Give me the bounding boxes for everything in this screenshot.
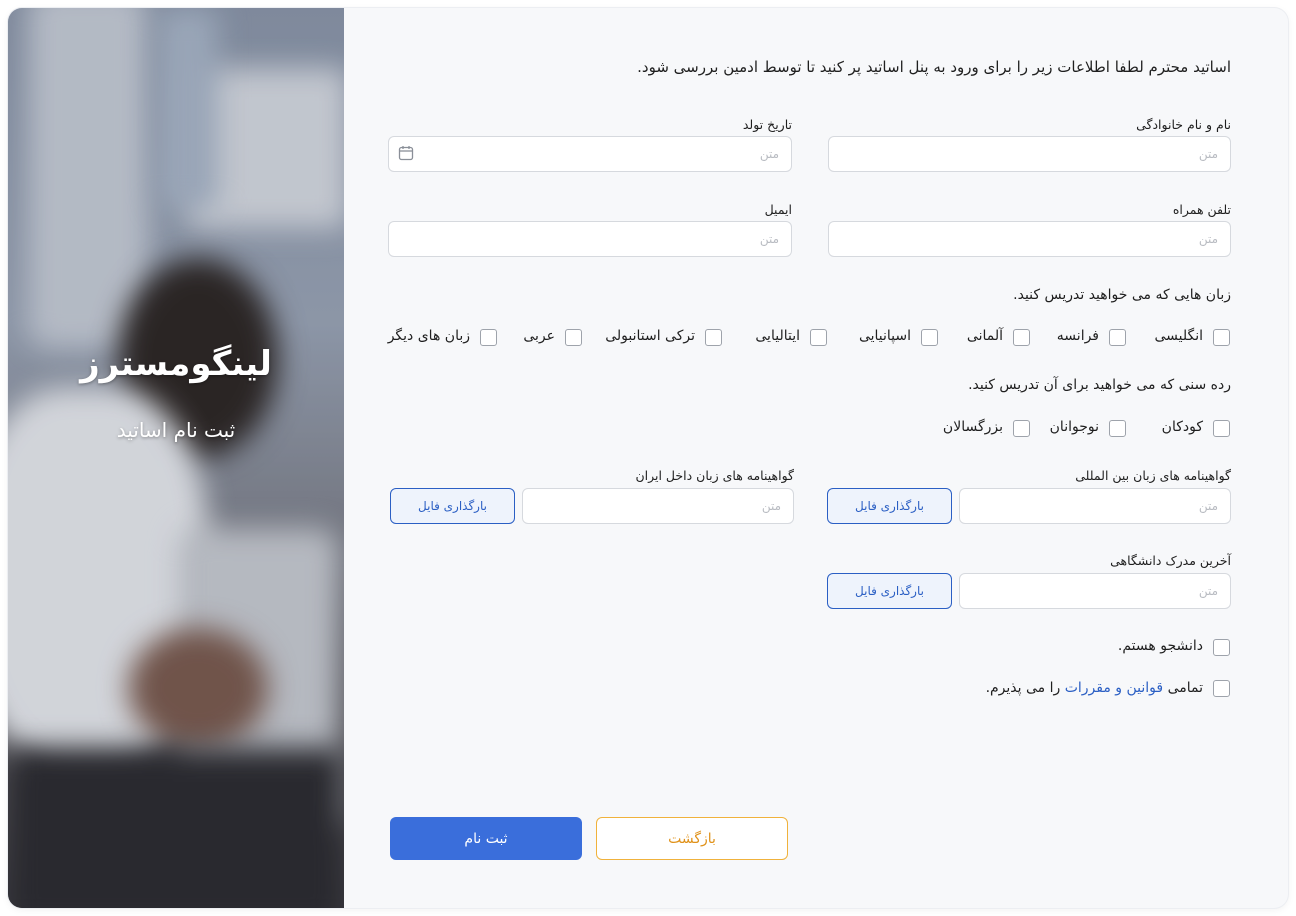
iran-certs-upload-button[interactable]: بارگذاری فایل [390, 488, 515, 524]
birth-date-label: تاریخ تولد [742, 117, 792, 132]
checkbox-arabic[interactable] [565, 329, 582, 346]
iran-certs-label: گواهینامه های زبان داخل ایران [635, 468, 794, 483]
languages-title: زبان هایی که می خواهید تدریس کنید. [1013, 287, 1231, 303]
option-label: ایتالیایی [755, 328, 800, 344]
option-label: عربی [523, 328, 555, 344]
checkbox-spanish[interactable] [921, 329, 938, 346]
option-label: کودکان [1161, 419, 1203, 435]
option-label: اسپانیایی [858, 328, 911, 344]
hero-subtitle: ثبت نام اساتید [116, 418, 236, 442]
checkbox-other-languages[interactable] [480, 329, 497, 346]
mobile-input[interactable] [828, 221, 1231, 257]
terms-link[interactable]: قوانین و مقررات [1065, 680, 1163, 696]
mobile-label: تلفن همراه [1172, 202, 1231, 217]
last-degree-label: آخرین مدرک دانشگاهی [1110, 553, 1231, 568]
student-label: دانشجو هستم. [1117, 638, 1203, 654]
age-groups-title: رده سنی که می خواهید برای آن تدریس کنید. [968, 377, 1231, 393]
option-label: زبان های دیگر [387, 328, 470, 344]
intl-certs-upload-button[interactable]: بارگذاری فایل [827, 488, 952, 524]
email-input[interactable] [388, 221, 792, 257]
option-label: آلمانی [966, 328, 1003, 344]
checkbox-adults[interactable] [1013, 420, 1030, 437]
birth-date-input[interactable] [388, 136, 792, 172]
option-label: نوجوانان [1049, 419, 1099, 435]
option-label: بزرگسالان [942, 419, 1003, 435]
submit-button[interactable]: ثبت نام [390, 817, 582, 860]
checkbox-teenagers[interactable] [1109, 420, 1126, 437]
option-label: ترکی استانبولی [605, 328, 695, 344]
terms-suffix: را می پذیرم. [985, 680, 1061, 696]
iran-certs-input[interactable] [522, 488, 794, 524]
hero-panel: لینگومسترز ثبت نام اساتید [8, 8, 344, 908]
checkbox-turkish[interactable] [705, 329, 722, 346]
back-button[interactable]: بازگشت [596, 817, 788, 860]
birth-date-field [388, 136, 792, 172]
email-label: ایمیل [764, 202, 792, 217]
checkbox-english[interactable] [1213, 329, 1230, 346]
intl-certs-label: گواهینامه های زبان بین المللی [1075, 468, 1231, 483]
full-name-input[interactable] [828, 136, 1231, 172]
terms-prefix: تمامی [1167, 680, 1203, 696]
checkbox-german[interactable] [1013, 329, 1030, 346]
checkbox-italian[interactable] [810, 329, 827, 346]
checkbox-student[interactable] [1213, 639, 1230, 656]
last-degree-upload-button[interactable]: بارگذاری فایل [827, 573, 952, 609]
brand-name: لینگومسترز [80, 344, 272, 384]
intro-text: اساتید محترم لطفا اطلاعات زیر را برای ور… [637, 58, 1231, 76]
option-label: انگلیسی [1154, 328, 1203, 344]
checkbox-children[interactable] [1213, 420, 1230, 437]
registration-card: لینگومسترز ثبت نام اساتید اساتید محترم ل… [8, 8, 1288, 908]
option-label: فرانسه [1056, 328, 1099, 344]
calendar-icon[interactable] [398, 145, 414, 161]
checkbox-french[interactable] [1109, 329, 1126, 346]
checkbox-terms[interactable] [1213, 680, 1230, 697]
intl-certs-input[interactable] [959, 488, 1231, 524]
full-name-label: نام و نام خانوادگی [1136, 117, 1231, 132]
terms-text: تمامی قوانین و مقررات را می پذیرم. [986, 680, 1203, 696]
last-degree-input[interactable] [959, 573, 1231, 609]
